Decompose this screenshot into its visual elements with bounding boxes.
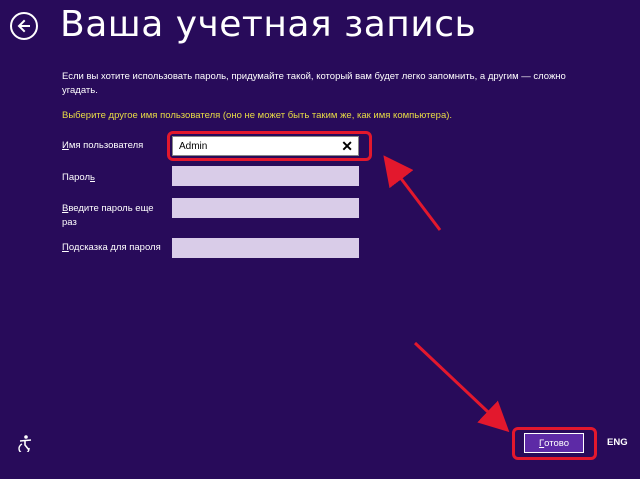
done-button[interactable]: Готово bbox=[524, 433, 584, 453]
arrow-to-done bbox=[413, 341, 510, 433]
language-indicator[interactable]: ENG bbox=[607, 437, 628, 448]
arrow-to-username bbox=[383, 155, 442, 231]
annotation-arrows bbox=[383, 155, 510, 433]
ease-of-access-icon[interactable] bbox=[16, 434, 34, 452]
